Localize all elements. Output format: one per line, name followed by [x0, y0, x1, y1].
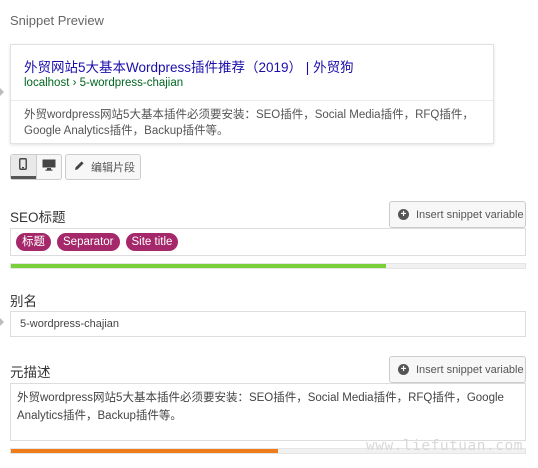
variable-pill[interactable]: Separator — [57, 233, 120, 251]
preview-description: 外贸wordpress网站5大基本插件必须要安装：SEO插件，Social Me… — [24, 109, 474, 137]
pencil-icon — [74, 160, 91, 174]
collapse-marker — [0, 88, 4, 96]
seo-title-insert-variable-button[interactable]: + Insert snippet variable — [389, 201, 526, 228]
seo-title-label: SEO标题 — [10, 210, 66, 225]
desktop-icon — [42, 158, 56, 176]
slug-input[interactable]: 5-wordpress-chajian — [10, 311, 526, 337]
snippet-preview: 外贸网站5大基本Wordpress插件推荐（2019） | 外贸狗 localh… — [10, 44, 494, 144]
mobile-icon — [19, 157, 28, 175]
slug-marker — [0, 318, 4, 326]
slug-value: 5-wordpress-chajian — [20, 318, 120, 330]
watermark: www.liefutuan.com — [366, 438, 523, 454]
edit-snippet-button[interactable]: 编辑片段 — [65, 154, 141, 180]
meta-description-label: 元描述 — [10, 365, 51, 380]
meta-insert-variable-button[interactable]: + Insert snippet variable — [389, 356, 526, 383]
seo-title-progress — [10, 263, 526, 269]
variable-pill[interactable]: Site title — [125, 233, 179, 251]
meta-description-progress-fill — [11, 449, 279, 453]
seo-title-input[interactable]: 标题 Separator Site title — [10, 228, 526, 256]
mobile-preview-button[interactable] — [11, 155, 36, 179]
meta-description-value: 外贸wordpress网站5大基本插件必须要安装：SEO插件，Social Me… — [17, 392, 504, 422]
preview-title[interactable]: 外贸网站5大基本Wordpress插件推荐（2019） | 外贸狗 — [24, 56, 354, 76]
meta-description-input[interactable]: 外贸wordpress网站5大基本插件必须要安装：SEO插件，Social Me… — [10, 383, 526, 441]
snippet-preview-heading: Snippet Preview — [10, 13, 104, 28]
plus-circle-icon: + — [398, 364, 409, 375]
plus-circle-icon: + — [398, 209, 409, 220]
preview-url: localhost › 5-wordpress-chajian — [24, 77, 184, 89]
variable-pill[interactable]: 标题 — [16, 233, 51, 251]
slug-label: 别名 — [10, 294, 37, 309]
desktop-preview-button[interactable] — [35, 155, 61, 179]
insert-variable-label: Insert snippet variable — [416, 363, 524, 376]
preview-mode-toggle — [10, 154, 62, 180]
edit-snippet-label: 编辑片段 — [91, 162, 135, 174]
preview-divider — [11, 100, 493, 101]
seo-title-progress-fill — [11, 264, 387, 268]
insert-variable-label: Insert snippet variable — [416, 208, 524, 221]
